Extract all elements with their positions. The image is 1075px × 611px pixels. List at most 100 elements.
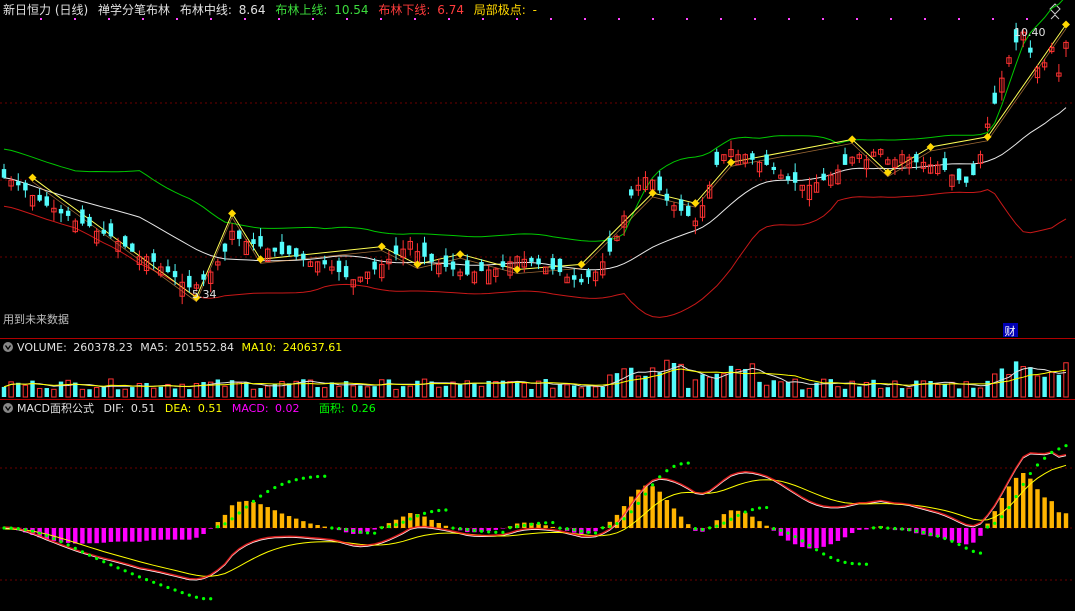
area-dot [80, 550, 85, 554]
area-dot [494, 530, 498, 534]
candle-body [108, 223, 114, 237]
area-dot [928, 532, 933, 536]
area-dot [444, 508, 448, 512]
area-dot [9, 526, 13, 530]
area-dot [437, 508, 441, 513]
candle-body [1, 169, 7, 178]
area-dot [66, 543, 70, 547]
top-tick-mark [652, 18, 654, 20]
volume-bar [158, 386, 164, 397]
candle-body [750, 153, 755, 160]
volume-bar [16, 382, 21, 397]
top-tick-mark [414, 18, 416, 20]
area-dot [23, 528, 27, 532]
volume-bar [600, 386, 605, 397]
area-dot [465, 527, 469, 532]
volume-bar [514, 382, 520, 397]
area-dot [323, 474, 327, 478]
top-tick-mark [924, 18, 926, 20]
top-tick-mark [754, 18, 756, 20]
dea-label: DEA: [165, 402, 191, 415]
area-dot [30, 529, 35, 533]
volume-bar [700, 374, 705, 397]
area-dot [408, 517, 412, 521]
top-tick-mark [618, 18, 620, 20]
candle-body [579, 278, 584, 283]
volume-panel-toggle-icon[interactable] [3, 342, 13, 352]
area-dot [793, 535, 797, 539]
area-dot [223, 522, 227, 526]
area-dot [586, 530, 591, 534]
area-dot [672, 464, 676, 468]
macd-panel-toggle-icon[interactable] [3, 403, 13, 413]
area-dot [401, 520, 405, 524]
area-dot [515, 525, 519, 529]
macd-label: MACD: [232, 402, 269, 415]
area-dot [187, 593, 191, 597]
area-dot [615, 521, 619, 526]
volume-bar [286, 383, 292, 397]
candle-body [657, 176, 662, 191]
top-tick-mark [244, 18, 246, 20]
candle-body [550, 258, 556, 270]
candle-body [571, 275, 577, 280]
candle-body [792, 172, 798, 183]
volume-bar [842, 388, 848, 397]
candle-body [130, 243, 135, 252]
top-tick-mark [40, 18, 42, 20]
volume-bar [557, 384, 563, 397]
candle-body [80, 209, 85, 224]
area-dot [601, 526, 605, 530]
area-dot [137, 575, 142, 579]
area-dot [807, 543, 812, 547]
volume-bar [885, 387, 891, 397]
candle-body [322, 260, 327, 265]
area-dot [700, 527, 705, 532]
area-dot [1050, 450, 1054, 454]
area-dot [152, 580, 156, 584]
candle-body [971, 163, 976, 176]
candle-body [785, 176, 791, 181]
candle-body [465, 260, 470, 275]
area-dot [722, 521, 726, 525]
area-dot [921, 530, 926, 534]
area-dot [536, 521, 541, 525]
candle-body [500, 261, 506, 267]
area-dot [629, 510, 633, 514]
area-dot [230, 517, 234, 521]
area-dot [1014, 494, 1018, 499]
area-dot [422, 511, 427, 515]
volume-bar [971, 387, 976, 397]
area-dot [1021, 482, 1025, 487]
volume-bar [372, 386, 377, 397]
area-dot [993, 521, 997, 525]
area-dot [487, 530, 491, 534]
area-dot [380, 526, 384, 530]
top-tick-mark [686, 18, 688, 20]
candle-body [44, 196, 49, 206]
candle-body [37, 194, 42, 201]
volume-bar [144, 383, 149, 397]
candle-body [942, 158, 948, 170]
stock-chart[interactable]: 新日恒力 (日线) 禅学分笔布林 布林中线: 8.64 布林上线: 10.54 … [0, 0, 1075, 611]
area-dot [608, 524, 612, 529]
finance-marker[interactable]: 财 [1003, 323, 1018, 338]
area-dot [1064, 444, 1068, 448]
area-dot [886, 526, 890, 530]
area-dot [365, 531, 370, 535]
volume-bar [757, 381, 762, 397]
volume-bar [386, 379, 392, 397]
ma10-label: MA10: [242, 341, 277, 354]
area-dot [52, 536, 56, 541]
area-dot [159, 583, 163, 587]
macd-name: MACD面积公式 [17, 402, 94, 415]
boll-upper-label: 布林上线: [275, 3, 327, 17]
volume-bar [457, 383, 463, 397]
volume-bar [771, 380, 776, 397]
volume-bar [400, 386, 406, 397]
volume-bar [714, 373, 719, 397]
top-tick-mark [108, 18, 110, 20]
volume-bar [258, 388, 263, 397]
area-dot [551, 520, 555, 525]
area-dot [87, 553, 92, 557]
